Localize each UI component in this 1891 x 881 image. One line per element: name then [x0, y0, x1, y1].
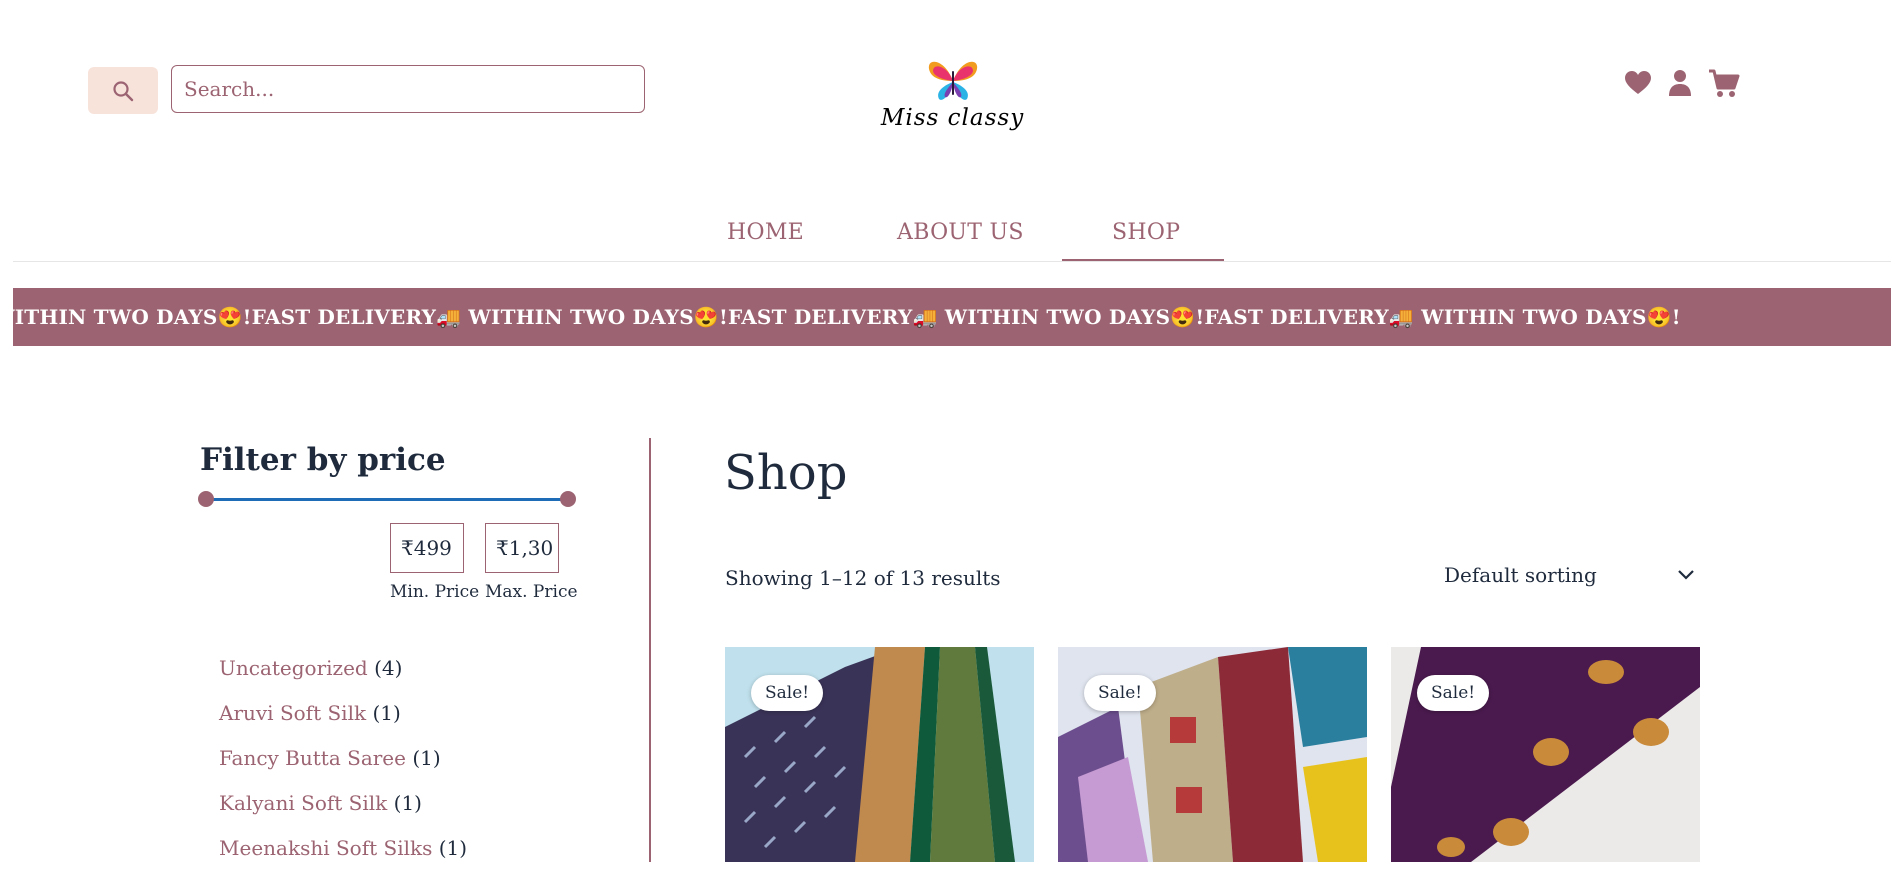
min-price-label: Min. Price: [390, 582, 480, 602]
list-item: Uncategorized (4): [219, 656, 467, 682]
category-count: (1): [393, 791, 422, 815]
min-price-input[interactable]: ₹499: [390, 523, 464, 573]
sale-badge: Sale!: [1417, 675, 1490, 711]
sale-badge: Sale!: [1084, 675, 1157, 711]
category-link-kalyani-soft-silk[interactable]: Kalyani Soft Silk: [219, 791, 387, 815]
category-count: (1): [438, 836, 468, 860]
search-icon: [113, 80, 134, 101]
announcement-bar: VITHIN TWO DAYS😍!FAST DELIVERY🚚 WITHIN T…: [13, 288, 1891, 346]
price-slider-track[interactable]: [206, 498, 568, 501]
heart-icon[interactable]: [1624, 70, 1652, 96]
user-icon[interactable]: [1668, 69, 1692, 97]
category-count: (1): [412, 746, 441, 770]
search-input[interactable]: [171, 65, 645, 113]
product-card[interactable]: Sale!: [725, 647, 1034, 862]
nav-item-shop[interactable]: SHOP: [1112, 220, 1180, 245]
announcement-text: VITHIN TWO DAYS😍!FAST DELIVERY🚚 WITHIN T…: [13, 305, 1681, 329]
category-count: (4): [374, 656, 403, 680]
nav-divider: [13, 261, 1891, 262]
list-item: Meenakshi Soft Silks (1): [219, 836, 467, 862]
category-link-fancy-butta-saree[interactable]: Fancy Butta Saree: [219, 746, 406, 770]
sorting-label: Default sorting: [1444, 563, 1597, 587]
list-item: Fancy Butta Saree (1): [219, 746, 467, 772]
page-title: Shop: [724, 445, 848, 501]
list-item: Aruvi Soft Silk (1): [219, 701, 467, 727]
cart-icon[interactable]: [1708, 68, 1740, 98]
sorting-select[interactable]: Default sorting: [1444, 560, 1694, 590]
chevron-down-icon: [1678, 570, 1694, 580]
result-count: Showing 1–12 of 13 results: [725, 566, 1001, 590]
price-slider-max-handle[interactable]: [560, 491, 576, 507]
max-price-label: Max. Price: [485, 582, 578, 602]
header-icons: [1624, 68, 1740, 98]
logo-text: Miss classy: [880, 105, 1025, 131]
category-link-aruvi-soft-silk[interactable]: Aruvi Soft Silk: [219, 701, 366, 725]
main-nav: HOME ABOUT US SHOP: [0, 210, 1891, 262]
price-slider-min-handle[interactable]: [198, 491, 214, 507]
category-link-meenakshi-soft-silks[interactable]: Meenakshi Soft Silks: [219, 836, 432, 860]
filter-title: Filter by price: [200, 442, 446, 478]
product-card[interactable]: Sale!: [1058, 647, 1367, 862]
search-button[interactable]: [88, 67, 158, 114]
category-list: Uncategorized (4) Aruvi Soft Silk (1) Fa…: [219, 656, 467, 881]
logo[interactable]: Miss classy: [880, 55, 1025, 140]
butterfly-logo-icon: [928, 61, 977, 100]
category-link-uncategorized[interactable]: Uncategorized: [219, 656, 368, 680]
sale-badge: Sale!: [751, 675, 824, 711]
nav-active-indicator: [1062, 259, 1224, 261]
list-item: Kalyani Soft Silk (1): [219, 791, 467, 817]
nav-item-about-us[interactable]: ABOUT US: [897, 220, 1024, 245]
category-count: (1): [372, 701, 401, 725]
nav-item-home[interactable]: HOME: [727, 220, 804, 245]
sidebar-divider: [649, 438, 651, 862]
max-price-input[interactable]: ₹1,30: [485, 523, 559, 573]
product-card[interactable]: Sale!: [1391, 647, 1700, 862]
